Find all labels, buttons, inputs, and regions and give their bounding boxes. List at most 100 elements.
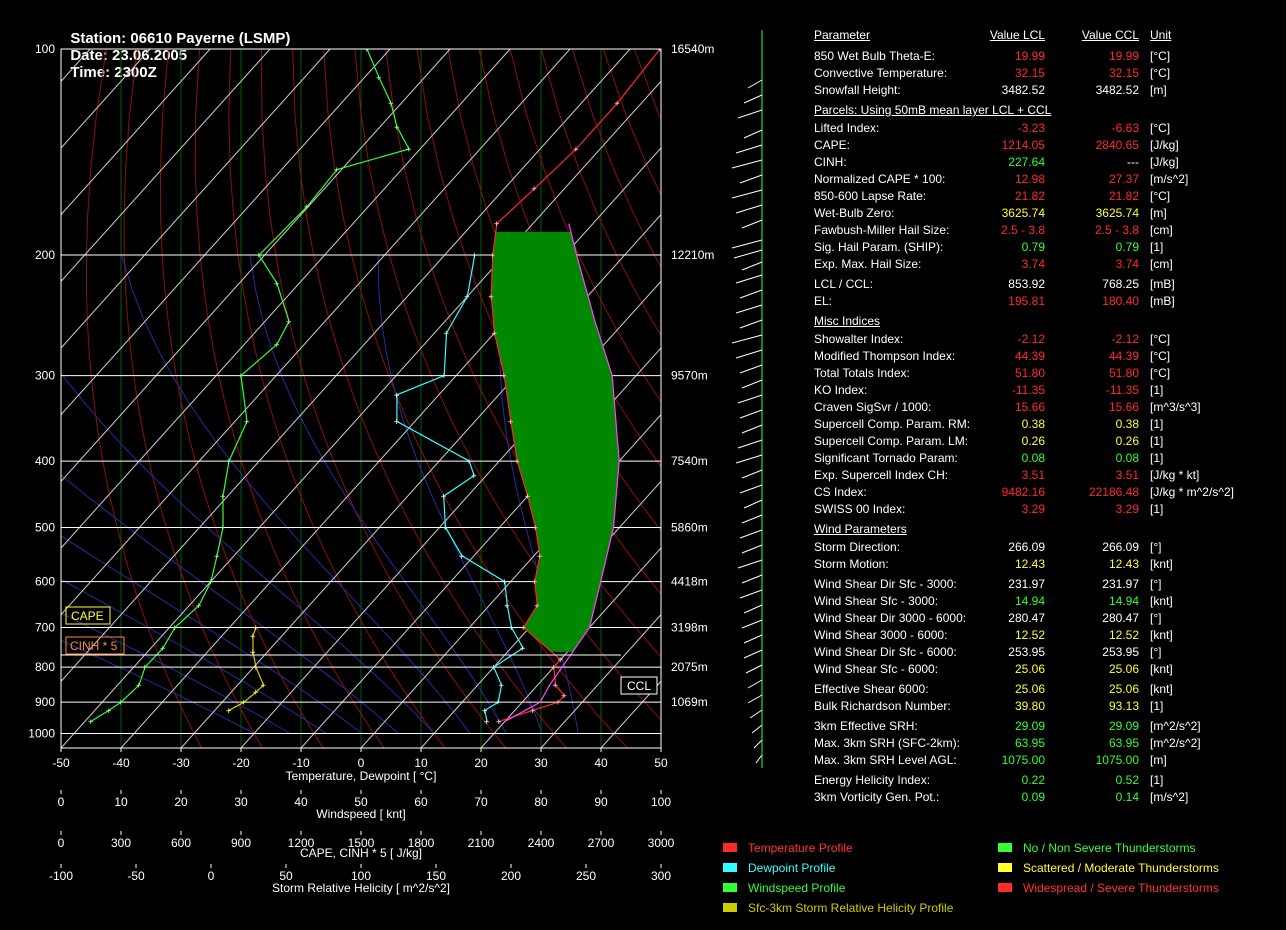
pressure-tick-label: 500: [35, 520, 55, 534]
windspeed-tick-label: 60: [414, 795, 428, 809]
row-unit: [1]: [1150, 773, 1164, 787]
row-unit: [knt]: [1150, 557, 1173, 571]
legend-item: Temperature Profile: [723, 841, 853, 855]
temperature-profile-mark: +: [573, 145, 579, 155]
dewpoint-profile-mark: +: [499, 681, 505, 691]
pressure-tick-label: 800: [35, 660, 55, 674]
row-value-ccl: 44.39: [1108, 349, 1139, 363]
cape-label: CAPE, CINH * 5 [ J/kg]: [300, 846, 422, 860]
header-value-ccl: Value CCL: [1081, 28, 1139, 42]
row-value-ccl: 93.13: [1108, 699, 1139, 713]
row-value-ccl: 253.95: [1102, 645, 1139, 659]
row-value-ccl: 1075.00: [1095, 753, 1139, 767]
row-value-ccl: 22186.48: [1088, 485, 1139, 499]
height-tick-label: 9570m: [671, 369, 708, 383]
srh-profile-mark: +: [226, 706, 232, 716]
row-unit: [°C]: [1150, 366, 1171, 380]
windspeed-profile-mark: +: [226, 457, 232, 467]
section-title: Parcels: Using 50mB mean layer LCL + CCL: [814, 103, 1052, 117]
temperature-profile-mark: +: [514, 457, 520, 467]
windspeed-profile-mark: +: [244, 417, 250, 427]
legend-label: Widespread / Severe Thunderstorms: [1023, 881, 1219, 895]
row-unit: [°C]: [1150, 349, 1171, 363]
row-unit: [1]: [1150, 417, 1164, 431]
wind-barb: [747, 694, 763, 704]
pressure-tick-label: 900: [35, 695, 55, 709]
height-tick-label: 3198m: [671, 620, 708, 634]
wind-barb: [735, 304, 763, 314]
pressure-tick-label: 100: [35, 42, 55, 56]
windspeed-tick-label: 40: [294, 795, 308, 809]
row-unit: [J/kg * m^2/s^2]: [1150, 485, 1234, 499]
row-unit: [J/kg]: [1150, 155, 1179, 169]
windspeed-profile-mark: +: [256, 251, 262, 261]
cape-tick-label: 2100: [468, 836, 495, 850]
windspeed-profile-mark: +: [286, 317, 292, 327]
row-unit: [1]: [1150, 240, 1164, 254]
wind-barb: [733, 249, 763, 259]
temperature-tick-label: -50: [52, 756, 70, 770]
row-unit: [1]: [1150, 502, 1164, 516]
srh-tick-label: 200: [501, 869, 521, 883]
dewpoint-profile-mark: +: [472, 251, 478, 261]
row-unit: [1]: [1150, 434, 1164, 448]
wind-barb: [735, 454, 763, 464]
temperature-profile-mark: +: [551, 663, 557, 673]
row-unit: [J/kg]: [1150, 138, 1179, 152]
windspeed-profile-mark: +: [214, 552, 220, 562]
cape-tick-label: 3000: [648, 836, 675, 850]
pressure-tick-label: 400: [35, 454, 55, 468]
legend-item: Scattered / Moderate Thunderstorms: [998, 861, 1219, 875]
wind-barb: [743, 499, 763, 509]
cape-tick-label: 600: [171, 836, 191, 850]
height-tick-label: 5860m: [671, 520, 708, 534]
wind-barb: [737, 439, 763, 449]
row-unit: [m]: [1150, 83, 1167, 97]
row-value-ccl: 3.74: [1115, 257, 1139, 271]
row-value-ccl: 63.95: [1108, 736, 1139, 750]
cape-tick-label: 2700: [588, 836, 615, 850]
wind-barb: [739, 409, 763, 419]
wind-barb: [739, 529, 763, 539]
row-value-ccl: 14.94: [1108, 594, 1139, 608]
header-unit: Unit: [1150, 28, 1172, 42]
wind-barb: [747, 79, 763, 89]
pressure-tick-label: 300: [35, 369, 55, 383]
row-unit: [m]: [1150, 206, 1167, 220]
row-value-ccl: 25.06: [1108, 662, 1139, 676]
srh-profile-mark: +: [253, 663, 259, 673]
temperature-profile-mark: +: [533, 523, 539, 533]
srh-tick-label: -50: [127, 869, 145, 883]
windspeed-profile-mark: +: [304, 203, 310, 213]
row-unit: [°C]: [1150, 121, 1171, 135]
dewpoint-profile-mark: +: [441, 492, 447, 502]
row-value-ccl: 0.14: [1115, 790, 1139, 804]
height-tick-label: 2075m: [671, 660, 708, 674]
row-value-ccl: 12.52: [1108, 628, 1139, 642]
wind-barb: [741, 219, 763, 229]
wind-barb: [753, 739, 763, 749]
wind-barb: [731, 189, 763, 199]
row-unit: [°]: [1150, 645, 1162, 659]
pressure-tick-label: 600: [35, 575, 55, 589]
dewpoint-profile-mark: +: [495, 698, 501, 708]
row-value-ccl: 180.40: [1102, 294, 1139, 308]
row-unit: [°]: [1150, 577, 1162, 591]
temperature-tick-label: 30: [534, 756, 548, 770]
temperature-profile-mark: +: [488, 293, 494, 303]
height-tick-label: 16540m: [671, 42, 714, 56]
wind-barb: [739, 484, 763, 494]
wind-barb: [741, 514, 763, 524]
windspeed-profile-mark: +: [238, 372, 244, 382]
windspeed-profile-mark: +: [388, 99, 394, 109]
row-unit: [°C]: [1150, 66, 1171, 80]
row-value-ccl: 266.09: [1102, 540, 1139, 554]
dewpoint-profile-mark: +: [520, 644, 526, 654]
height-tick-label: 1069m: [671, 695, 708, 709]
windspeed-tick-label: 30: [234, 795, 248, 809]
srh-profile-mark: +: [253, 688, 259, 698]
temperature-profile-mark: +: [490, 251, 496, 261]
row-unit: [°C]: [1150, 49, 1171, 63]
row-value-ccl: 29.09: [1108, 719, 1139, 733]
row-unit: [m]: [1150, 753, 1167, 767]
